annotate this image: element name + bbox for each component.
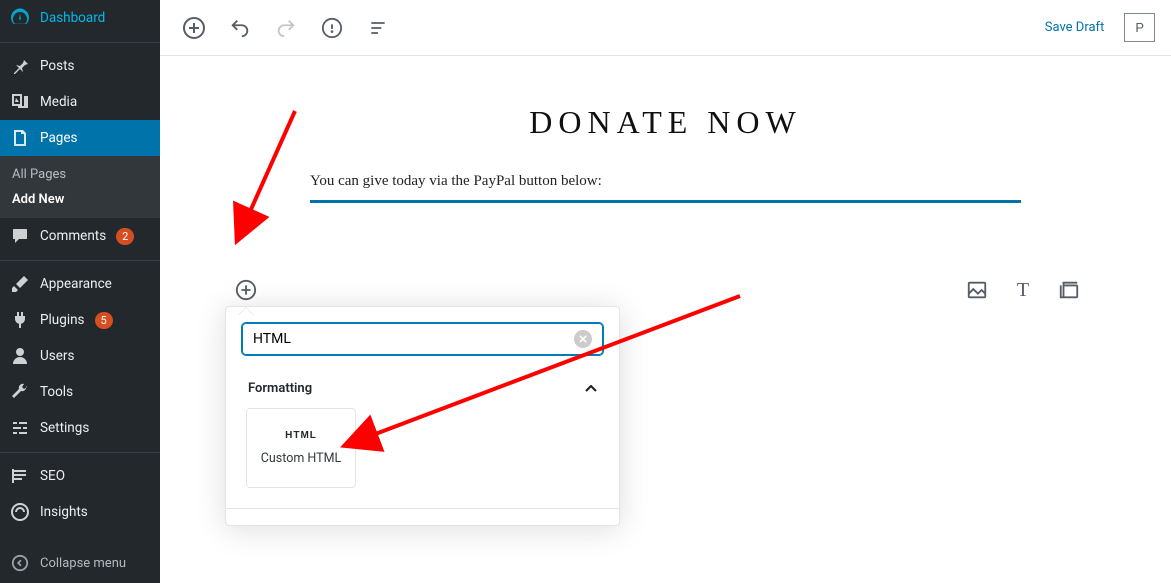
pages-icon — [10, 128, 30, 148]
sliders-icon — [10, 418, 30, 438]
sidebar-item-label: Users — [40, 348, 74, 364]
admin-sidebar: Dashboard Posts Media Pages All Pages Ad… — [0, 0, 160, 583]
sidebar-item-label: Posts — [40, 58, 74, 74]
sidebar-item-label: Insights — [40, 504, 88, 520]
redo-button[interactable] — [268, 10, 304, 46]
comment-icon — [10, 226, 30, 246]
collapse-label: Collapse menu — [40, 556, 126, 571]
sidebar-item-label: Tools — [40, 384, 73, 400]
sidebar-item-seo[interactable]: SEO — [0, 458, 160, 494]
collapse-menu[interactable]: Collapse menu — [0, 543, 160, 583]
sidebar-item-label: Media — [40, 94, 77, 110]
image-block-shortcut[interactable] — [965, 278, 989, 302]
seo-icon — [10, 466, 30, 486]
preview-button[interactable]: P — [1124, 13, 1155, 42]
dashboard-icon — [10, 8, 30, 28]
sidebar-item-media[interactable]: Media — [0, 84, 160, 120]
block-search-input[interactable] — [253, 331, 574, 347]
block-label: Custom HTML — [261, 451, 341, 466]
category-label: Formatting — [248, 381, 312, 396]
submenu-all-pages[interactable]: All Pages — [0, 162, 160, 187]
plug-icon — [10, 310, 30, 330]
sidebar-item-pages[interactable]: Pages — [0, 120, 160, 156]
page-title[interactable]: DONATE NOW — [230, 104, 1101, 141]
submenu-add-new[interactable]: Add New — [0, 187, 160, 212]
category-header-formatting[interactable]: Formatting — [248, 381, 597, 396]
pin-icon — [10, 56, 30, 76]
editor-toolbar: Save Draft P — [160, 0, 1171, 56]
sidebar-submenu-pages: All Pages Add New — [0, 156, 160, 218]
chevron-up-icon — [585, 385, 597, 393]
block-inserter-popover: Formatting HTML Custom HTML — [225, 306, 620, 526]
block-search-field[interactable] — [242, 323, 603, 355]
sidebar-item-users[interactable]: Users — [0, 338, 160, 374]
sidebar-item-label: Comments — [40, 228, 106, 244]
block-navigation-button[interactable] — [360, 10, 396, 46]
editor-area: Save Draft P DONATE NOW You can give tod… — [160, 0, 1171, 583]
sidebar-item-settings[interactable]: Settings — [0, 410, 160, 446]
wrench-icon — [10, 382, 30, 402]
block-custom-html[interactable]: HTML Custom HTML — [246, 408, 356, 488]
paragraph-block[interactable]: You can give today via the PayPal button… — [310, 173, 1021, 203]
sidebar-item-posts[interactable]: Posts — [0, 48, 160, 84]
brush-icon — [10, 274, 30, 294]
collapse-icon — [10, 553, 30, 573]
block-side-tools: T — [965, 278, 1081, 302]
sidebar-item-label: Settings — [40, 420, 89, 436]
insights-icon — [10, 502, 30, 522]
plugins-badge: 5 — [95, 312, 113, 329]
user-icon — [10, 346, 30, 366]
sidebar-item-label: Plugins — [40, 312, 85, 328]
sidebar-item-label: Dashboard — [40, 10, 105, 26]
gallery-block-shortcut[interactable] — [1057, 278, 1081, 302]
sidebar-item-label: Appearance — [40, 276, 112, 292]
content-structure-button[interactable] — [314, 10, 350, 46]
sidebar-item-label: Pages — [40, 130, 78, 146]
sidebar-item-dashboard[interactable]: Dashboard — [0, 0, 160, 36]
toolbar-add-block-button[interactable] — [176, 10, 212, 46]
save-draft-button[interactable]: Save Draft — [1035, 12, 1115, 43]
undo-button[interactable] — [222, 10, 258, 46]
html-icon: HTML — [285, 430, 317, 441]
sidebar-item-insights[interactable]: Insights — [0, 494, 160, 530]
paragraph-text: You can give today via the PayPal button… — [310, 173, 602, 189]
sidebar-item-label: SEO — [40, 468, 65, 484]
sidebar-item-comments[interactable]: Comments 2 — [0, 218, 160, 254]
sidebar-item-appearance[interactable]: Appearance — [0, 266, 160, 302]
clear-search-icon[interactable] — [574, 330, 592, 348]
media-icon — [10, 92, 30, 112]
heading-block-shortcut[interactable]: T — [1011, 278, 1035, 302]
sidebar-item-tools[interactable]: Tools — [0, 374, 160, 410]
sidebar-item-plugins[interactable]: Plugins 5 — [0, 302, 160, 338]
comments-badge: 2 — [116, 228, 134, 245]
